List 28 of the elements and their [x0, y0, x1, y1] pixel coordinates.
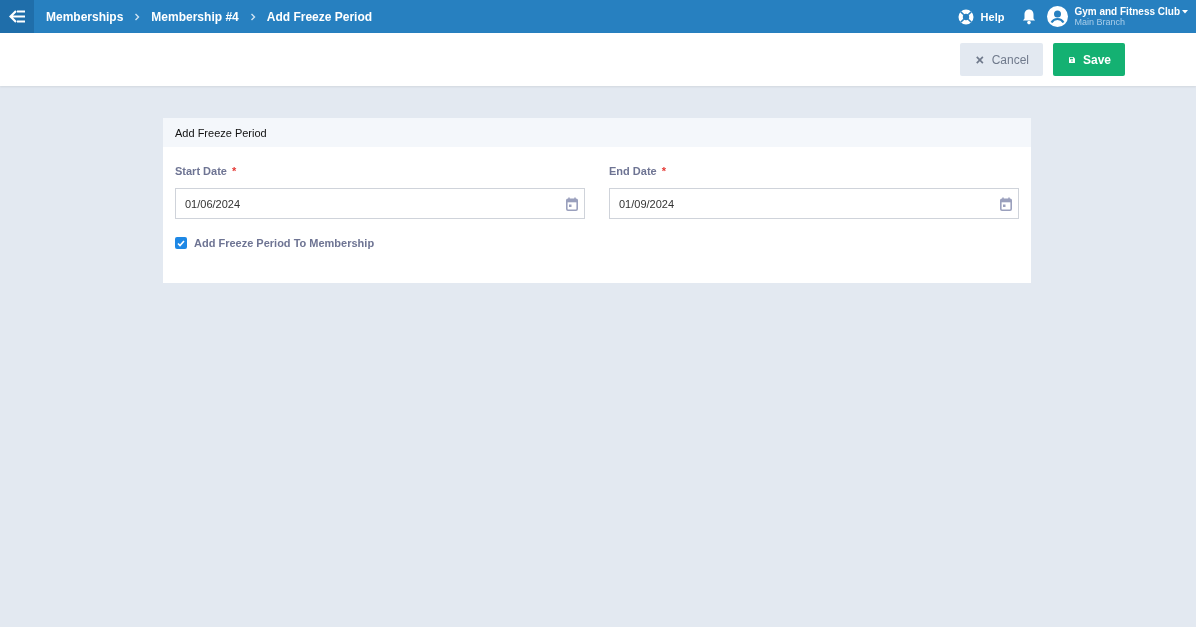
help-link[interactable]: Help — [956, 7, 1005, 26]
breadcrumb-current: Add Freeze Period — [266, 9, 373, 24]
checkbox[interactable] — [175, 237, 187, 249]
cancel-button[interactable]: Cancel — [960, 43, 1043, 76]
checkbox-label: Add Freeze Period To Membership — [194, 237, 375, 249]
back-menu-button[interactable] — [0, 0, 34, 33]
account-menu[interactable]: Gym and Fitness Club — [1074, 6, 1188, 17]
branch-name: Main Branch — [1074, 17, 1126, 27]
card-title: Add Freeze Period — [163, 118, 1031, 147]
field-label: Start Date — [175, 165, 227, 177]
calendar-icon[interactable] — [1000, 196, 1012, 211]
close-icon — [976, 54, 984, 65]
caret-down-icon — [1182, 9, 1188, 14]
calendar-icon[interactable] — [566, 196, 578, 211]
user-avatar-icon[interactable] — [1047, 6, 1069, 27]
date-input-field[interactable]: 01/06/2024 — [175, 188, 585, 219]
breadcrumb-link[interactable]: Membership #4 — [151, 9, 239, 24]
back-arrow-icon — [8, 10, 26, 23]
notification-bell-icon[interactable] — [1021, 8, 1038, 25]
required-asterisk: * — [661, 165, 666, 177]
required-asterisk: * — [231, 165, 237, 177]
breadcrumb-link[interactable]: Memberships — [46, 9, 124, 24]
date-input-field[interactable]: 01/09/2024 — [609, 188, 1019, 219]
lifebuoy-icon — [956, 7, 975, 26]
save-button[interactable]: Save — [1053, 43, 1125, 76]
chevron-right-icon — [133, 12, 142, 21]
field-label: End Date — [609, 165, 657, 177]
chevron-right-icon — [248, 12, 257, 21]
